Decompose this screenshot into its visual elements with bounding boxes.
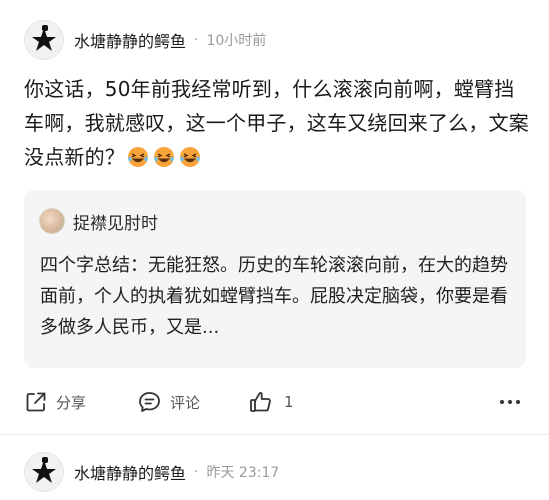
author-avatar[interactable] xyxy=(24,20,64,60)
post-header: 水塘静静的鳄鱼 · 昨天 23:17 xyxy=(24,452,279,492)
post-content: 你这话，50年前我经常听到，什么滚滚向前啊，螳臂挡车啊，我就感叹，这一个甲子，这… xyxy=(24,72,529,174)
laughing-tears-emoji-icon xyxy=(128,147,148,167)
more-options-button[interactable] xyxy=(498,382,522,422)
quoted-post[interactable]: 捉襟见肘时 四个字总结：无能狂怒。历史的车轮滚滚向前，在大的趋势面前，个人的执着… xyxy=(24,190,526,368)
feed: 水塘静静的鳄鱼 · 10小时前 你这话，50年前我经常听到，什么滚滚向前啊，螳臂… xyxy=(0,0,549,500)
share-button[interactable]: 分享 xyxy=(24,382,86,422)
like-count: 1 xyxy=(284,393,294,411)
quoted-author-avatar[interactable] xyxy=(39,208,65,234)
post-text: 你这话，50年前我经常听到，什么滚滚向前啊，螳臂挡车啊，我就感叹，这一个甲子，这… xyxy=(24,77,529,169)
post-actions: 分享 评论 1 xyxy=(0,382,549,422)
quoted-post-text: 四个字总结：无能狂怒。历史的车轮滚滚向前，在大的趋势面前，个人的执着犹如螳臂挡车… xyxy=(40,255,508,338)
quoted-author-name[interactable]: 捉襟见肘时 xyxy=(73,209,158,234)
comment-button[interactable]: 评论 xyxy=(137,382,200,422)
crocodile-star-icon xyxy=(32,457,56,483)
emoji-group xyxy=(127,146,201,168)
like-button[interactable]: 1 xyxy=(248,382,294,422)
separator-dot: · xyxy=(194,464,199,480)
post-header: 水塘静静的鳄鱼 · 10小时前 xyxy=(24,20,266,60)
thumbs-up-icon xyxy=(250,392,271,412)
laughing-tears-emoji-icon xyxy=(154,147,174,167)
separator-dot: · xyxy=(194,32,199,48)
author-name[interactable]: 水塘静静的鳄鱼 xyxy=(74,28,186,52)
comment-label: 评论 xyxy=(170,393,201,412)
post-time: 10小时前 xyxy=(206,33,267,49)
post-divider xyxy=(0,434,549,435)
laughing-tears-emoji-icon xyxy=(180,147,200,167)
crocodile-star-icon xyxy=(32,25,56,51)
author-avatar[interactable] xyxy=(24,452,64,492)
comment-icon xyxy=(139,392,160,412)
post-time: 昨天 23:17 xyxy=(206,465,280,481)
share-icon xyxy=(26,392,46,412)
author-name[interactable]: 水塘静静的鳄鱼 xyxy=(74,460,186,484)
share-label: 分享 xyxy=(56,393,87,412)
quoted-post-header: 捉襟见肘时 xyxy=(39,208,158,234)
more-horizontal-icon xyxy=(500,400,520,404)
